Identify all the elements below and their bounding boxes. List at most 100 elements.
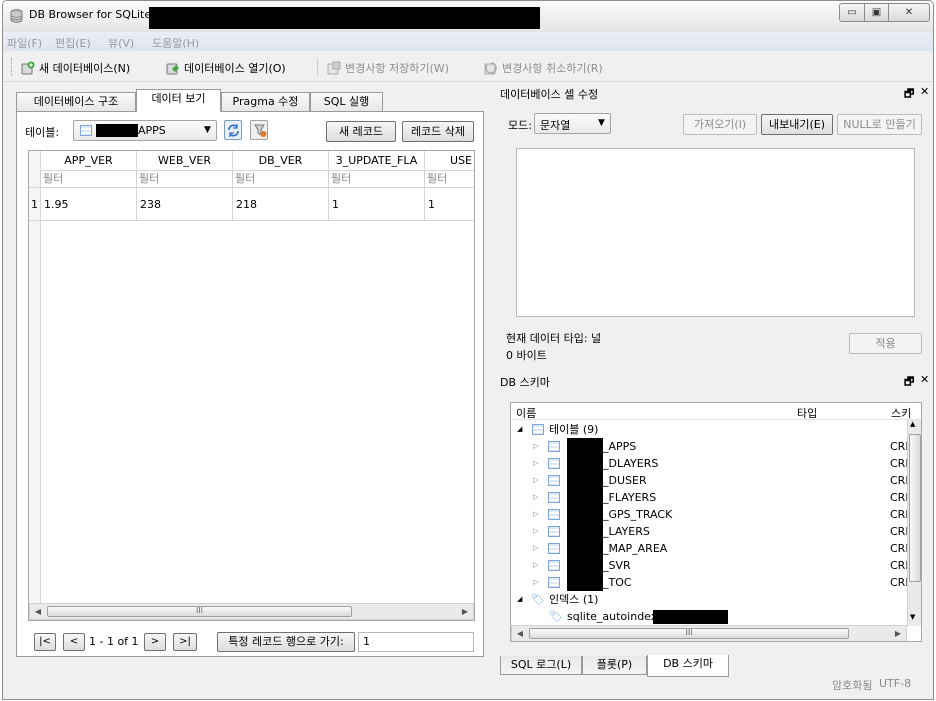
first-record-button[interactable]: |< bbox=[34, 633, 56, 651]
column-header[interactable]: USE bbox=[425, 151, 474, 170]
refresh-button[interactable] bbox=[224, 120, 242, 140]
filter-input[interactable]: 필터 bbox=[329, 171, 425, 188]
menu-help[interactable]: 도움말(H) bbox=[152, 35, 199, 51]
scroll-right-icon[interactable]: ▶ bbox=[457, 604, 473, 619]
tree-table-item[interactable]: ▷ _TOC CRI bbox=[511, 574, 909, 591]
filter-input[interactable]: 필터 bbox=[233, 171, 329, 188]
maximize-button[interactable]: ▣ bbox=[864, 3, 889, 22]
tree-table-item[interactable]: ▷ _GPS_TRACK CRI bbox=[511, 506, 909, 523]
tree-vertical-scrollbar[interactable]: ▲ ▼ bbox=[907, 420, 921, 626]
collapsed-triangle-icon[interactable]: ▷ bbox=[533, 455, 538, 472]
tree-col-schema[interactable]: 스키 bbox=[891, 405, 911, 421]
filter-input[interactable]: 필터 bbox=[41, 171, 137, 188]
tree-table-item[interactable]: ▷ _FLAYERS CRI bbox=[511, 489, 909, 506]
tree-table-item[interactable]: ▷ _LAYERS CRI bbox=[511, 523, 909, 540]
scrollbar-thumb[interactable]: III bbox=[47, 606, 352, 617]
column-header[interactable]: 3_UPDATE_FLA bbox=[329, 151, 425, 170]
mode-select[interactable]: 문자열 ▼ bbox=[534, 113, 611, 134]
next-record-button[interactable]: > bbox=[144, 633, 166, 651]
expand-triangle-icon[interactable]: ◢ bbox=[517, 591, 522, 608]
tree-table-item[interactable]: ▷ _APPS CRI bbox=[511, 438, 909, 455]
tab-edit-pragmas[interactable]: Pragma 수정 bbox=[221, 92, 310, 111]
collapsed-triangle-icon[interactable]: ▷ bbox=[533, 472, 538, 489]
tab-plot[interactable]: 플롯(P) bbox=[582, 656, 647, 675]
tree-table-item[interactable]: ▷ _DLAYERS CRI bbox=[511, 455, 909, 472]
scroll-right-icon[interactable]: ▶ bbox=[890, 626, 906, 641]
tab-execute-sql[interactable]: SQL 실행 bbox=[310, 92, 383, 111]
toolbar-grip[interactable] bbox=[11, 58, 14, 76]
expand-triangle-icon[interactable]: ◢ bbox=[517, 421, 522, 438]
redacted-prefix bbox=[567, 489, 603, 506]
close-dock-icon[interactable]: ✕ bbox=[920, 85, 929, 98]
edit-cell-title: 데이터베이스 셀 수정 bbox=[500, 88, 599, 101]
open-database-button[interactable]: 데이터베이스 열기(O) bbox=[166, 60, 286, 76]
clear-filters-button[interactable] bbox=[250, 120, 268, 140]
close-dock-icon[interactable]: ✕ bbox=[920, 373, 929, 386]
menu-view[interactable]: 뷰(V) bbox=[108, 35, 134, 51]
tree-table-name: _FLAYERS bbox=[603, 491, 657, 504]
table-cell[interactable]: 238 bbox=[137, 188, 233, 221]
table-select[interactable]: APPS ▼ bbox=[73, 120, 217, 141]
revert-changes-button[interactable]: 변경사항 취소하기(R) bbox=[484, 60, 603, 76]
grid-horizontal-scrollbar[interactable]: ◀ III ▶ bbox=[29, 603, 474, 620]
row-number[interactable]: 1 bbox=[29, 188, 41, 221]
tree-horizontal-scrollbar[interactable]: ◀ III ▶ bbox=[511, 625, 907, 641]
float-dock-icon[interactable]: 🗗 bbox=[904, 373, 914, 392]
redacted-prefix bbox=[567, 574, 603, 591]
cell-editor-textarea[interactable] bbox=[516, 148, 915, 317]
apply-button[interactable]: 적용 bbox=[849, 333, 922, 354]
new-database-button[interactable]: 새 데이터베이스(N) bbox=[21, 60, 130, 76]
tree-table-item[interactable]: ▷ _SVR CRI bbox=[511, 557, 909, 574]
collapsed-triangle-icon[interactable]: ▷ bbox=[533, 557, 538, 574]
database-icon bbox=[10, 9, 23, 23]
new-record-button[interactable]: 새 레코드 bbox=[326, 121, 396, 142]
collapsed-triangle-icon[interactable]: ▷ bbox=[533, 523, 538, 540]
scroll-up-icon[interactable]: ▲ bbox=[910, 420, 915, 428]
tab-database-structure[interactable]: 데이터베이스 구조 bbox=[16, 92, 136, 111]
scroll-down-icon[interactable]: ▼ bbox=[910, 613, 915, 621]
write-changes-button[interactable]: 변경사항 저장하기(W) bbox=[327, 60, 449, 76]
float-dock-icon[interactable]: 🗗 bbox=[904, 85, 914, 104]
import-button[interactable]: 가져오기(I) bbox=[683, 114, 757, 135]
table-cell[interactable]: 218 bbox=[233, 188, 329, 221]
scrollbar-thumb[interactable]: III bbox=[529, 628, 849, 639]
previous-record-button[interactable]: < bbox=[63, 633, 85, 651]
table-cell[interactable]: 1 bbox=[329, 188, 425, 221]
tree-index-item[interactable]: 🏷 sqlite_autoindex bbox=[511, 608, 909, 625]
tab-db-schema[interactable]: DB 스키마 bbox=[647, 655, 729, 677]
table-icon bbox=[548, 509, 560, 520]
table-cell[interactable]: 1 bbox=[425, 188, 474, 221]
column-header[interactable]: APP_VER bbox=[41, 151, 137, 170]
scroll-left-icon[interactable]: ◀ bbox=[512, 626, 528, 641]
collapsed-triangle-icon[interactable]: ▷ bbox=[533, 574, 538, 591]
menu-file[interactable]: 파일(F) bbox=[7, 35, 42, 51]
tree-col-name[interactable]: 이름 bbox=[516, 405, 536, 421]
filter-input[interactable]: 필터 bbox=[425, 171, 474, 188]
menu-edit[interactable]: 편집(E) bbox=[55, 35, 91, 51]
export-button[interactable]: 내보내기(E) bbox=[761, 114, 833, 135]
collapsed-triangle-icon[interactable]: ▷ bbox=[533, 489, 538, 506]
scrollbar-thumb[interactable] bbox=[909, 434, 921, 582]
tree-table-item[interactable]: ▷ _MAP_AREA CRI bbox=[511, 540, 909, 557]
goto-record-button[interactable]: 특정 레코드 행으로 가기: bbox=[217, 632, 355, 652]
table-cell[interactable]: 1.95 bbox=[41, 188, 137, 221]
column-header[interactable]: WEB_VER bbox=[137, 151, 233, 170]
tree-col-type[interactable]: 타입 bbox=[797, 405, 817, 421]
set-null-button[interactable]: NULL로 만들기 bbox=[837, 114, 922, 135]
collapsed-triangle-icon[interactable]: ▷ bbox=[533, 540, 538, 557]
collapsed-triangle-icon[interactable]: ▷ bbox=[533, 438, 538, 455]
tree-table-item[interactable]: ▷ _DUSER CRI bbox=[511, 472, 909, 489]
tab-browse-data[interactable]: 데이터 보기 bbox=[136, 89, 221, 112]
delete-record-button[interactable]: 레코드 삭제 bbox=[402, 121, 474, 142]
indices-group[interactable]: ◢ 🏷 인덱스 (1) bbox=[511, 591, 909, 608]
scroll-left-icon[interactable]: ◀ bbox=[30, 604, 46, 619]
last-record-button[interactable]: >| bbox=[173, 633, 197, 651]
close-window-button[interactable]: ✕ bbox=[888, 3, 930, 22]
minimize-button[interactable]: ▭ bbox=[839, 3, 865, 22]
collapsed-triangle-icon[interactable]: ▷ bbox=[533, 506, 538, 523]
tables-group[interactable]: ◢ 테이블 (9) bbox=[511, 421, 909, 438]
column-header[interactable]: DB_VER bbox=[233, 151, 329, 170]
tab-sql-log[interactable]: SQL 로그(L) bbox=[500, 656, 582, 675]
goto-record-input[interactable]: 1 bbox=[358, 632, 474, 652]
filter-input[interactable]: 필터 bbox=[137, 171, 233, 188]
